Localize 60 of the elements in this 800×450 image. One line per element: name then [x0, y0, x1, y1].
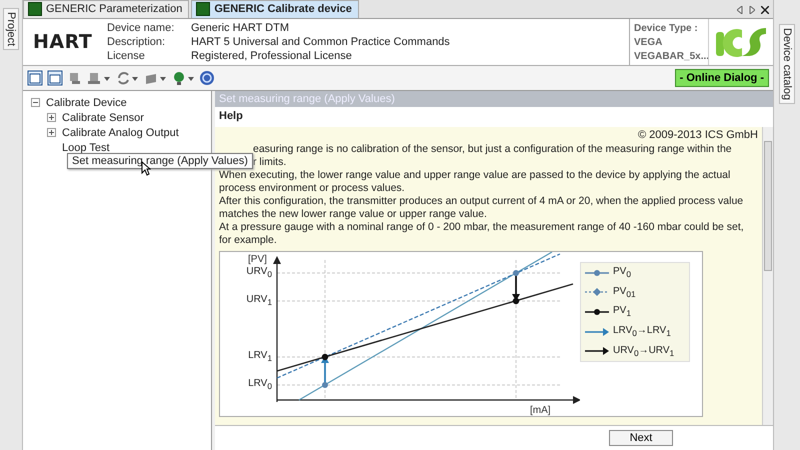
project-tab[interactable]: Project [3, 8, 19, 50]
refresh-icon[interactable] [115, 70, 139, 86]
data-point [513, 270, 519, 276]
layout-icon[interactable] [47, 70, 63, 86]
field-value: Registered, Professional License [191, 50, 352, 62]
tree-item[interactable]: Calibrate Analog Output [62, 126, 179, 138]
legend-label: LRV$_{0}$→LRV$_{1}$ [613, 325, 671, 338]
data-point [322, 382, 328, 388]
tree-item[interactable]: Loop Test [62, 142, 110, 154]
hart-logo: HART [32, 31, 94, 53]
tree-item[interactable]: Calibrate Device [46, 96, 127, 108]
expander-icon[interactable] [31, 98, 40, 107]
axis-tick-label: LRV$_{0}$ [248, 378, 272, 392]
expander-icon[interactable] [47, 128, 56, 137]
help-text-line: process environment or process values. [219, 182, 405, 194]
legend-label: PV$_{01}$ [613, 286, 636, 299]
document-tab[interactable]: GENERIC Calibrate device [191, 0, 359, 18]
help-text-line: for example. [219, 234, 277, 246]
layout-icon[interactable] [27, 70, 43, 86]
copyright-text: © 2009-2013 ICS GmbH [637, 129, 758, 141]
axis-label: [mA] [530, 405, 551, 416]
help-heading: Help [215, 107, 773, 127]
panel-title: Set measuring range (Apply Values) [215, 91, 773, 107]
app-icon [28, 2, 42, 16]
help-text-line: After this configuration, the transmitter produces an output current of 4 mA or 20, when the applied process value [219, 195, 744, 207]
device-catalog-tab[interactable]: Device catalog [779, 24, 795, 104]
help-text-line: matches the new lower range value or upper range value. [219, 208, 487, 220]
left-arrow-icon[interactable] [737, 6, 743, 14]
device-type-label: Device Type : [634, 22, 699, 34]
axis-tick-label: URV$_{1}$ [246, 294, 272, 308]
right-arrow-icon[interactable] [749, 6, 755, 14]
help-text-line: At a pressure gauge with a nominal range of 0 - 200 mbar, the measurement range of 40 -160 mbar could be set, [219, 221, 744, 233]
field-value: Generic HART DTM [191, 22, 290, 34]
legend-label: PV$_{1}$ [613, 305, 631, 318]
axis-tick-label: URV$_{0}$ [246, 266, 272, 280]
expander-icon[interactable] [47, 113, 56, 122]
device-type-value: VEGA [634, 36, 664, 48]
scrollbar[interactable] [762, 127, 773, 425]
data-point [512, 298, 520, 304]
axis-tick-label: LRV$_{1}$ [248, 350, 272, 364]
axis-label: [PV] [248, 254, 267, 265]
field-label: Device name: [107, 22, 176, 34]
data-point [322, 354, 328, 360]
help-text-line: When executing, the lower range value and upper range value are passed to the device by applying the actual [219, 169, 730, 181]
close-icon[interactable] [761, 6, 769, 14]
legend-label: URV$_{0}$→URV$_{1}$ [613, 344, 674, 358]
field-value: HART 5 Universal and Common Practice Commands [191, 36, 450, 48]
next-button[interactable]: Next [609, 430, 673, 446]
online-dialog-button[interactable]: - Online Dialog - [674, 69, 769, 87]
help-text-line: easuring range is no calibration of the sensor, but just a configuration of the measuring range within the [253, 143, 732, 155]
help-text-line: r limits. [253, 156, 286, 168]
legend-label: PV$_{0}$ [613, 266, 631, 280]
shift-arrow [512, 273, 520, 301]
app-icon [196, 2, 210, 16]
tree-item[interactable]: Calibrate Sensor [62, 112, 144, 124]
tooltip: Set measuring range (Apply Values) [67, 153, 253, 169]
document-tab[interactable]: GENERIC Parameterization [23, 0, 190, 18]
field-label: License [107, 50, 146, 62]
field-label: Description: [107, 36, 166, 48]
device-type-value: VEGABAR_5x... [634, 50, 708, 62]
